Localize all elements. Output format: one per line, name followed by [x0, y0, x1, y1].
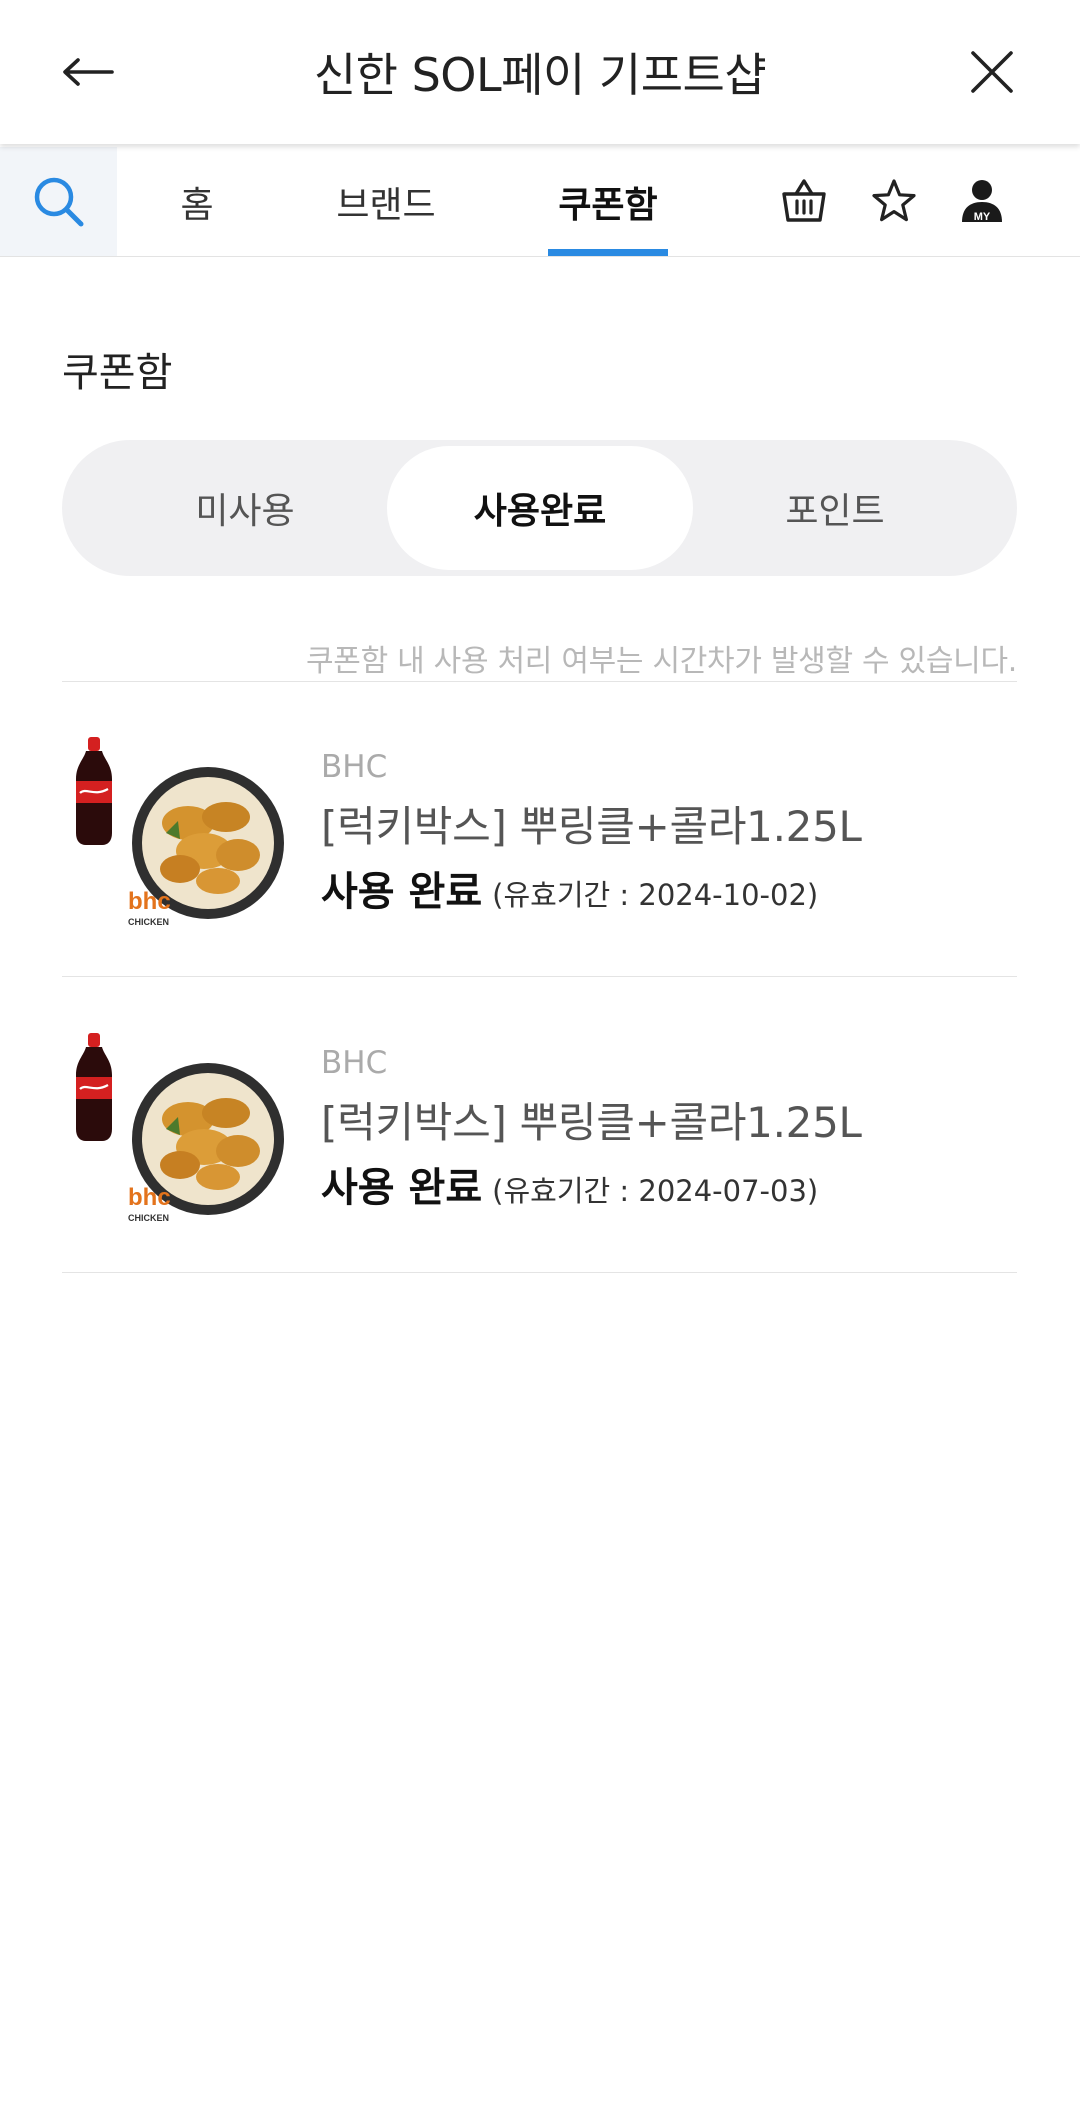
coupon-brand: BHC	[321, 749, 388, 785]
segment-points-label: 포인트	[785, 491, 885, 532]
usage-notice: 쿠폰함 내 사용 처리 여부는 시간차가 발생할 수 있습니다.	[305, 644, 1017, 679]
segment-unused-label: 미사용	[195, 491, 295, 532]
cart-button[interactable]	[772, 169, 836, 233]
coupon-name: [럭키박스] 뿌링클+콜라1.25L	[321, 802, 862, 851]
star-icon	[872, 179, 916, 222]
bhc-logo-subtext: CHICKEN	[128, 917, 169, 927]
coupon-thumbnail: bhc CHICKEN	[76, 1033, 284, 1223]
coupon-status-text: 사용 완료	[321, 869, 483, 915]
active-tab-indicator	[548, 249, 668, 256]
arrow-left-icon	[63, 58, 114, 86]
coupon-status: 사용 완료 (유효기간 : 2024-10-02)	[321, 859, 818, 917]
divider	[62, 1272, 1017, 1273]
page-title: 신한 SOL페이 기프트샵	[313, 48, 767, 102]
bhc-logo-subtext: CHICKEN	[128, 1213, 169, 1223]
back-button[interactable]	[56, 40, 120, 104]
bhc-logo-text: bhc	[128, 1184, 171, 1211]
cola-bottle-icon	[76, 737, 112, 845]
tab-coupon-box-label: 쿠폰함	[558, 184, 658, 226]
my-badge-text: MY	[974, 211, 991, 223]
segment-points[interactable]: 포인트	[682, 446, 988, 570]
tab-brand-label: 브랜드	[336, 184, 436, 226]
segment-unused[interactable]: 미사용	[92, 446, 398, 570]
tab-home-label: 홈	[180, 184, 214, 226]
segment-used-label: 사용완료	[473, 491, 607, 532]
coupon-expiry: (유효기간 : 2024-10-02)	[492, 878, 819, 912]
coupon-expiry: (유효기간 : 2024-07-03)	[492, 1174, 819, 1208]
bhc-logo-text: bhc	[128, 888, 171, 915]
app-bar: 신한 SOL페이 기프트샵	[0, 0, 1080, 144]
main-nav: 홈 브랜드 쿠폰함 MY	[0, 147, 1080, 257]
user-icon: MY	[962, 180, 1002, 223]
close-button[interactable]	[960, 40, 1024, 104]
tab-coupon-box[interactable]: 쿠폰함	[548, 147, 668, 256]
tab-home[interactable]: 홈	[150, 147, 244, 256]
coupon-name: [럭키박스] 뿌링클+콜라1.25L	[321, 1098, 862, 1147]
coupon-status-segment: 미사용 사용완료 포인트	[62, 440, 1017, 576]
search-icon	[34, 177, 83, 226]
coupon-status-text: 사용 완료	[321, 1165, 483, 1211]
coupon-thumbnail: bhc CHICKEN	[76, 737, 284, 927]
coupon-item[interactable]: bhc CHICKEN BHC [럭키박스] 뿌링클+콜라1.25L 사용 완료…	[62, 681, 1017, 976]
cola-bottle-icon	[76, 1033, 112, 1141]
basket-icon	[782, 179, 826, 222]
tab-brand[interactable]: 브랜드	[318, 147, 454, 256]
section-title: 쿠폰함	[62, 350, 173, 396]
coupon-item[interactable]: bhc CHICKEN BHC [럭키박스] 뿌링클+콜라1.25L 사용 완료…	[62, 977, 1017, 1272]
my-page-button[interactable]: MY	[950, 169, 1014, 233]
coupon-brand: BHC	[321, 1045, 388, 1081]
segment-used[interactable]: 사용완료	[387, 446, 693, 570]
search-button[interactable]	[0, 147, 117, 256]
close-icon	[971, 51, 1013, 93]
wishlist-button[interactable]	[862, 169, 926, 233]
coupon-status: 사용 완료 (유효기간 : 2024-07-03)	[321, 1155, 818, 1213]
